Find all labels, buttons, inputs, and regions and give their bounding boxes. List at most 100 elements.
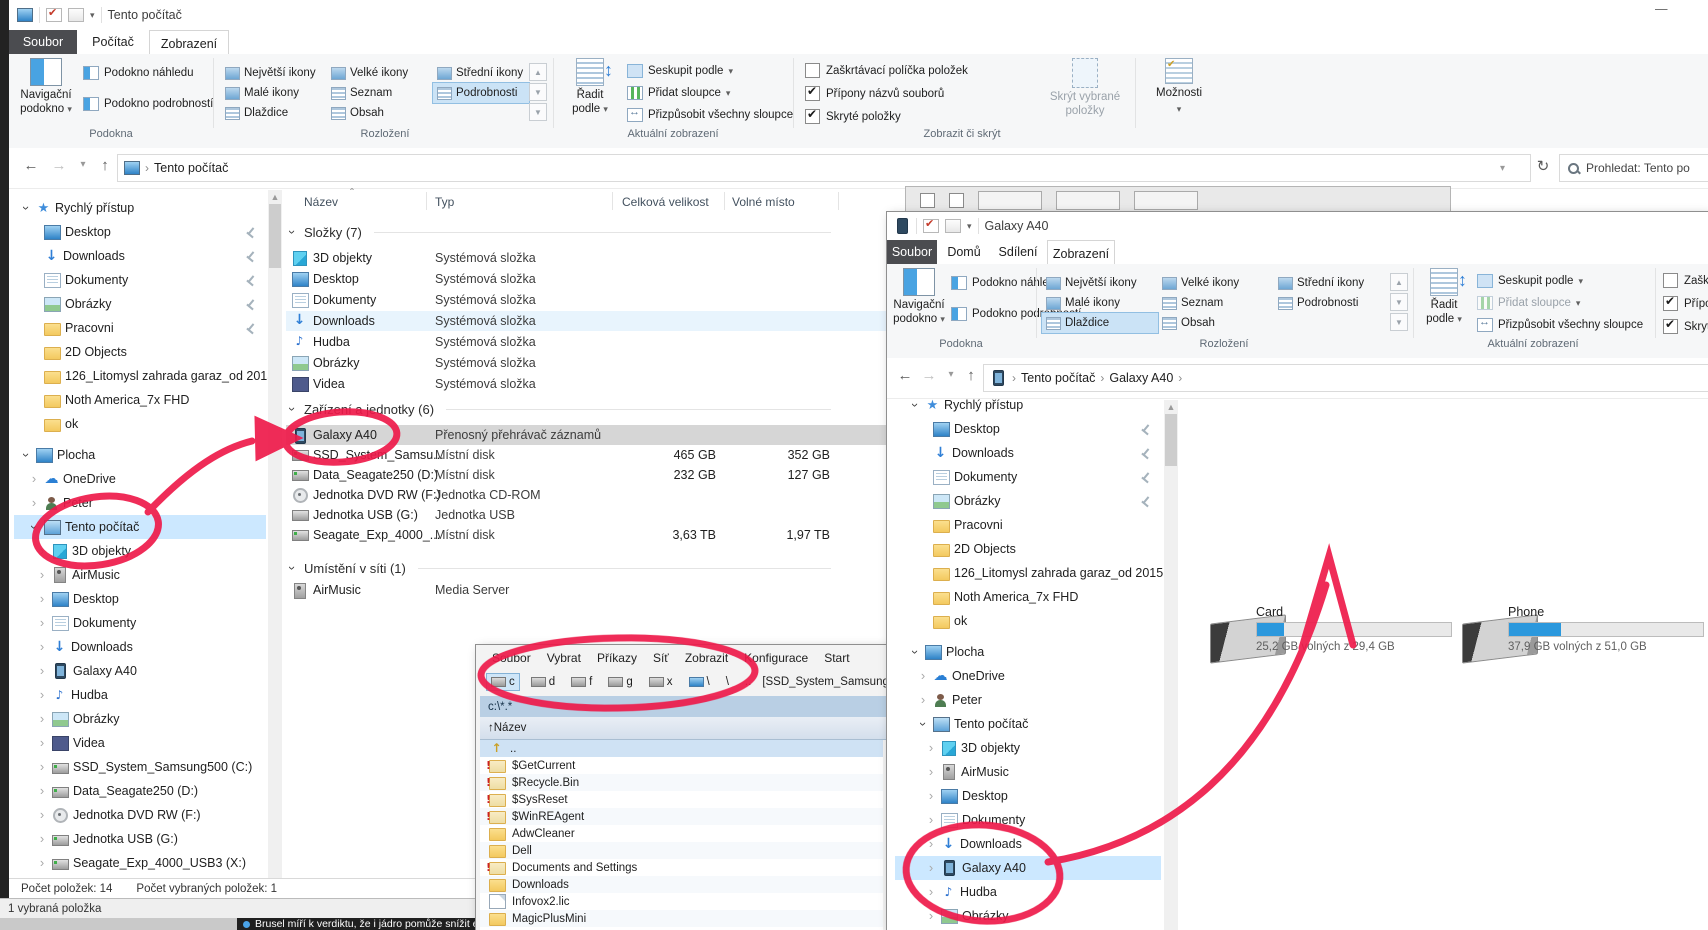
sidebar-item-galaxy-a40[interactable]: ›Galaxy A40 [895, 856, 1161, 880]
table-row-videa[interactable]: VideaSystémová složka [286, 374, 896, 394]
scrollbar-thumb[interactable] [269, 204, 281, 268]
scrollbar-thumb[interactable] [1165, 414, 1177, 466]
table-row-hudba[interactable]: ♪HudbaSystémová složka [286, 332, 896, 352]
up-button[interactable]: ↑ [95, 157, 115, 174]
view-option-nejv-t-ikony[interactable]: Největší ikony [221, 63, 327, 83]
sidebar-item-downloads[interactable]: ↓Downloads [895, 441, 1161, 465]
back-button[interactable]: ← [895, 367, 915, 384]
chevron-collapsed-icon[interactable]: › [36, 689, 48, 701]
tc-row-recycle-bin[interactable]: $Recycle.Bin [480, 774, 883, 791]
sort-by-button[interactable]: Řadit podle ▾ [1418, 268, 1470, 327]
sidebar-item-126-litomysl-zahrada-garaz-od-2015[interactable]: 126_Litomysl zahrada garaz_od 2015 [14, 364, 266, 388]
sidebar-item-rychl-p-stup[interactable]: ›★Rychlý přístup [14, 196, 266, 220]
table-row-downloads[interactable]: ↓DownloadsSystémová složka [286, 311, 896, 331]
tab-file[interactable]: Soubor [9, 30, 77, 54]
path-bar[interactable]: c:\*.* [480, 696, 891, 717]
sidebar-item-tento-po-ta[interactable]: ›Tento počítač [14, 515, 266, 539]
checkbox-p-pony-n-zv-soubor[interactable]: Přípony názvů souborů [805, 86, 968, 101]
add-columns-button[interactable]: Přidat sloupce ▾ [627, 86, 730, 100]
sidebar-item-downloads[interactable]: ↓Downloads [14, 244, 266, 268]
search-input[interactable]: Prohledat: Tento po [1559, 154, 1708, 182]
table-row-ssd-system-samsu[interactable]: SSD_System_Samsu...Místní disk465 GB352 … [286, 445, 896, 465]
tab-file[interactable]: Soubor [887, 240, 937, 264]
sidebar-item-hudba[interactable]: ›♪Hudba [895, 880, 1161, 904]
view-option-nejv-t-ikony[interactable]: Největší ikony [1042, 273, 1158, 293]
chevron-expanded-icon[interactable]: › [20, 202, 32, 214]
quick-access-check-icon[interactable] [46, 8, 62, 22]
chevron-collapsed-icon[interactable]: › [36, 545, 48, 557]
view-option-obsah[interactable]: Obsah [327, 103, 433, 123]
table-row-dokumenty[interactable]: DokumentySystémová složka [286, 290, 896, 310]
sidebar-item-126-litomysl-zahrada-garaz-od-2015[interactable]: 126_Litomysl zahrada garaz_od 2015 [895, 561, 1161, 585]
nav-pane-button[interactable]: Navigační podokno ▾ [15, 58, 77, 117]
group-by-button[interactable]: Seskupit podle ▾ [1477, 274, 1583, 288]
tc-row-dell[interactable]: Dell [480, 842, 883, 859]
options-button[interactable]: Možnosti ▾ [1147, 58, 1211, 115]
menu-item-p-kazy[interactable]: Příkazy [597, 651, 637, 665]
sidebar-item-desktop[interactable]: Desktop [14, 220, 266, 244]
drive-button-extra[interactable]: .. [740, 673, 756, 691]
group-by-button[interactable]: Seskupit podle ▾ [627, 64, 733, 78]
tc-row-documents-and-settings[interactable]: Documents and Settings [480, 859, 883, 876]
sidebar-item-ok[interactable]: ok [14, 412, 266, 436]
quick-access-customize-icon[interactable]: ▾ [967, 221, 972, 232]
sidebar-item-rychl-p-stup[interactable]: ›★Rychlý přístup [895, 393, 1161, 417]
quick-access-customize-icon[interactable]: ▾ [90, 10, 95, 21]
chevron-collapsed-icon[interactable]: › [36, 809, 48, 821]
sidebar-item-dokumenty[interactable]: ›Dokumenty [14, 611, 266, 635]
view-option-seznam[interactable]: Seznam [327, 83, 433, 103]
table-row-seagate-exp-4000[interactable]: Seagate_Exp_4000_...Místní disk3,63 TB1,… [286, 525, 896, 545]
checked-checkbox-icon[interactable] [1663, 319, 1678, 334]
sidebar-item-obr-zky[interactable]: Obrázky [895, 489, 1161, 513]
chevron-collapsed-icon[interactable]: › [925, 742, 937, 754]
chevron-collapsed-icon[interactable]: › [36, 641, 48, 653]
view-scroll-strip[interactable]: ▲▼▼ [1390, 273, 1408, 331]
menu-item-s[interactable]: Síť [653, 651, 669, 665]
menu-item-start[interactable]: Start [824, 651, 849, 665]
view-option-mal-ikony[interactable]: Malé ikony [1042, 293, 1158, 313]
drive-tile-phone[interactable]: Phone37,9 GB volných z 51,0 GB [1462, 605, 1708, 671]
chevron-expanded-icon[interactable]: › [909, 646, 921, 658]
table-row-galaxy-a40[interactable]: Galaxy A40Přenosný přehrávač záznamů [286, 425, 896, 445]
view-option-podrobnosti[interactable]: Podrobnosti [1274, 293, 1380, 313]
chevron-expanded-icon[interactable]: › [28, 521, 40, 533]
breadcrumb-segment[interactable]: Tento počítač [154, 161, 228, 175]
table-row-desktop[interactable]: DesktopSystémová složka [286, 269, 896, 289]
quick-access-folder-icon[interactable] [68, 8, 84, 22]
view-option-dla-dice[interactable]: Dlaždice [1042, 313, 1158, 333]
checked-checkbox-icon[interactable] [805, 86, 820, 101]
view-option-obsah[interactable]: Obsah [1158, 313, 1274, 333]
sidebar-item-pracovni[interactable]: Pracovni [895, 513, 1161, 537]
drive-button-d[interactable]: d [526, 673, 560, 691]
chevron-collapsed-icon[interactable]: › [36, 857, 48, 869]
back-button[interactable]: ← [21, 157, 41, 174]
chevron-expanded-icon[interactable]: › [286, 562, 298, 574]
sidebar-item-jednotka-dvd-rw-f[interactable]: ›Jednotka DVD RW (F:) [14, 803, 266, 827]
sidebar-item-ssd-system-samsung500-c[interactable]: ›SSD_System_Samsung500 (C:) [14, 755, 266, 779]
sidebar-item-videa[interactable]: ›Videa [14, 731, 266, 755]
sidebar-item-dokumenty[interactable]: Dokumenty [895, 465, 1161, 489]
sidebar-item-galaxy-a40[interactable]: ›Galaxy A40 [14, 659, 266, 683]
checked-checkbox-icon[interactable] [805, 109, 820, 124]
sidebar-item-3d-objekty[interactable]: ›3D objekty [895, 736, 1161, 760]
tc-row-[interactable]: ↑.. [480, 740, 883, 757]
sidebar-item-obr-zky[interactable]: ›Obrázky [895, 904, 1161, 928]
up-button[interactable]: ↑ [961, 367, 981, 384]
drive-button-extra[interactable]: \ [684, 673, 715, 691]
tc-row-magicplusmini[interactable]: MagicPlusMini [480, 910, 883, 927]
sidebar-item-obr-zky[interactable]: Obrázky [14, 292, 266, 316]
sidebar-item-2d-objects[interactable]: 2D Objects [14, 340, 266, 364]
view-option-seznam[interactable]: Seznam [1158, 293, 1274, 313]
chevron-expanded-icon[interactable]: › [286, 403, 298, 415]
sidebar-item-desktop[interactable]: Desktop [895, 417, 1161, 441]
group-header-za-zen-a-jednotky-6[interactable]: ›Zařízení a jednotky (6) [286, 397, 831, 421]
size-columns-button[interactable]: Přizpůsobit všechny sloupce [627, 108, 793, 122]
sidebar-item-hudba[interactable]: ›♪Hudba [14, 683, 266, 707]
sidebar-item-plocha[interactable]: ›Plocha [14, 443, 266, 467]
group-header-um-st-n-v-s-ti-1[interactable]: ›Umístění v síti (1) [286, 556, 831, 580]
scroll-up-icon[interactable]: ▲ [1164, 402, 1178, 412]
details-pane-button[interactable]: Podokno podrobností [83, 97, 213, 111]
sidebar-item-jednotka-usb-g[interactable]: ›Jednotka USB (G:) [14, 827, 266, 851]
tc-row-downloads[interactable]: Downloads [480, 876, 883, 893]
recent-locations-icon[interactable]: ▾ [73, 159, 93, 170]
